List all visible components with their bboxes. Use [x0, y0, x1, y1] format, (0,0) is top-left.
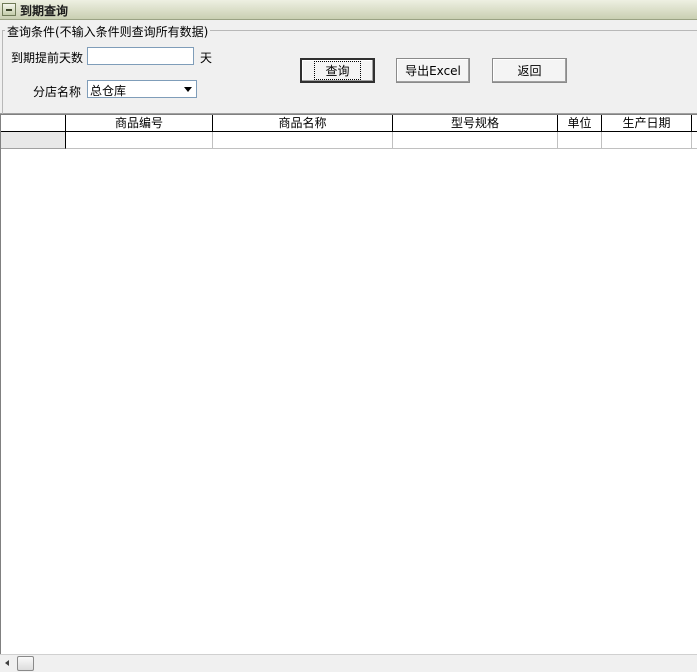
export-button-label: 导出Excel	[405, 64, 461, 78]
query-button[interactable]: 查询	[300, 58, 375, 83]
column-header-production-date[interactable]: 生产日期	[602, 115, 692, 132]
query-button-label: 查询	[314, 61, 361, 80]
table-cell[interactable]	[66, 132, 213, 149]
chevron-down-icon[interactable]	[181, 82, 195, 96]
table-cell[interactable]	[393, 132, 558, 149]
horizontal-scrollbar[interactable]	[0, 654, 697, 672]
export-excel-button[interactable]: 导出Excel	[396, 58, 470, 83]
grid-corner-cell	[1, 115, 66, 132]
back-button[interactable]: 返回	[492, 58, 567, 83]
window-title-bar: 到期查询	[0, 0, 697, 20]
days-label: 到期提前天数	[11, 51, 84, 65]
results-grid[interactable]: 商品编号 商品名称 型号规格 单位 生产日期	[0, 114, 697, 654]
column-header-unit[interactable]: 单位	[558, 115, 602, 132]
column-header-overflow[interactable]	[692, 115, 697, 132]
table-cell[interactable]	[558, 132, 602, 149]
column-header-product-name[interactable]: 商品名称	[213, 115, 393, 132]
minimize-icon[interactable]	[2, 3, 16, 16]
scroll-left-icon[interactable]	[0, 655, 17, 672]
store-select-value: 总仓库	[90, 84, 127, 98]
days-input[interactable]	[87, 47, 194, 65]
query-groupbox-legend: 查询条件(不输入条件则查询所有数据)	[5, 23, 211, 40]
days-unit-label: 天	[200, 51, 213, 65]
table-cell[interactable]	[602, 132, 692, 149]
scrollbar-thumb[interactable]	[17, 656, 34, 671]
grid-header: 商品编号 商品名称 型号规格 单位 生产日期	[1, 115, 697, 132]
store-select[interactable]: 总仓库	[87, 80, 197, 98]
window-title: 到期查询	[20, 4, 69, 18]
table-cell[interactable]	[692, 132, 697, 149]
column-header-model-spec[interactable]: 型号规格	[393, 115, 558, 132]
table-row[interactable]	[1, 132, 697, 149]
table-cell[interactable]	[213, 132, 393, 149]
column-header-product-code[interactable]: 商品编号	[66, 115, 213, 132]
row-header-cell[interactable]	[1, 132, 66, 149]
back-button-label: 返回	[517, 64, 542, 78]
store-label: 分店名称	[33, 85, 82, 99]
